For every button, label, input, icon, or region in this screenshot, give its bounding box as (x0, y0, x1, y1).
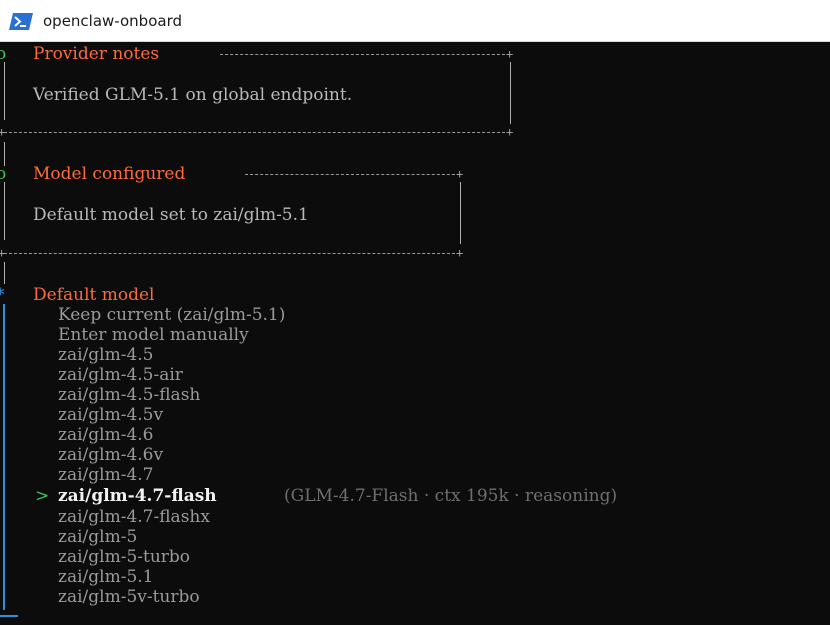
window-title: openclaw-onboard (43, 12, 182, 30)
rail-line (4, 62, 5, 120)
active-rail-line (3, 304, 5, 610)
box-bottom-border (4, 132, 510, 133)
model-option[interactable]: zai/glm-4.5 (58, 345, 153, 365)
active-step-marker: * (0, 285, 5, 305)
model-option[interactable]: Enter model manually (58, 325, 249, 345)
provider-notes-title: Provider notes (33, 44, 160, 64)
terminal-window: openclaw-onboard o Provider notes + Veri… (0, 0, 830, 625)
model-option[interactable]: zai/glm-4.6 (58, 425, 153, 445)
box-corner: + (506, 125, 514, 139)
box-corner: + (456, 246, 464, 260)
selected-model-description: (GLM-4.7-Flash · ctx 195k · reasoning) (284, 486, 618, 506)
box-corner: + (0, 246, 6, 260)
model-configured-title: Model configured (33, 164, 186, 184)
model-option[interactable]: zai/glm-5v-turbo (58, 587, 200, 607)
terminal-output[interactable]: o Provider notes + Verified GLM-5.1 on g… (0, 42, 830, 625)
box-corner: + (0, 125, 6, 139)
rail-line (4, 182, 5, 240)
model-option[interactable]: zai/glm-5-turbo (58, 547, 190, 567)
model-option[interactable]: zai/glm-4.7 (58, 465, 153, 485)
model-option[interactable]: zai/glm-4.6v (58, 445, 163, 465)
powershell-icon (9, 13, 33, 30)
box-corner: + (456, 167, 464, 181)
model-option[interactable]: zai/glm-4.7-flashx (58, 507, 210, 527)
box-corner: + (506, 47, 514, 61)
box-top-border (220, 54, 510, 55)
model-option[interactable]: zai/glm-5.1 (58, 567, 153, 587)
box-right-border (460, 182, 461, 244)
title-bar[interactable]: openclaw-onboard (0, 0, 830, 42)
selection-pointer: > (35, 486, 50, 506)
terminal-cursor (0, 615, 18, 617)
rail-line (4, 262, 5, 284)
model-configured-message: Default model set to zai/glm-5.1 (33, 205, 309, 225)
box-right-border (510, 62, 511, 124)
model-option[interactable]: Keep current (zai/glm-5.1) (58, 305, 285, 325)
default-model-title: Default model (33, 285, 155, 305)
model-option[interactable]: zai/glm-4.5v (58, 405, 163, 425)
model-option[interactable]: zai/glm-4.5-flash (58, 385, 200, 405)
model-option[interactable]: zai/glm-5 (58, 527, 137, 547)
model-option[interactable]: zai/glm-4.5-air (58, 365, 183, 385)
rail-line (4, 142, 5, 166)
provider-notes-message: Verified GLM-5.1 on global endpoint. (33, 85, 353, 105)
box-top-border (245, 174, 460, 175)
model-option-selected[interactable]: zai/glm-4.7-flash (58, 486, 217, 506)
step-done-bullet: o (0, 44, 7, 64)
box-bottom-border (4, 253, 460, 254)
step-done-bullet: o (0, 164, 7, 184)
